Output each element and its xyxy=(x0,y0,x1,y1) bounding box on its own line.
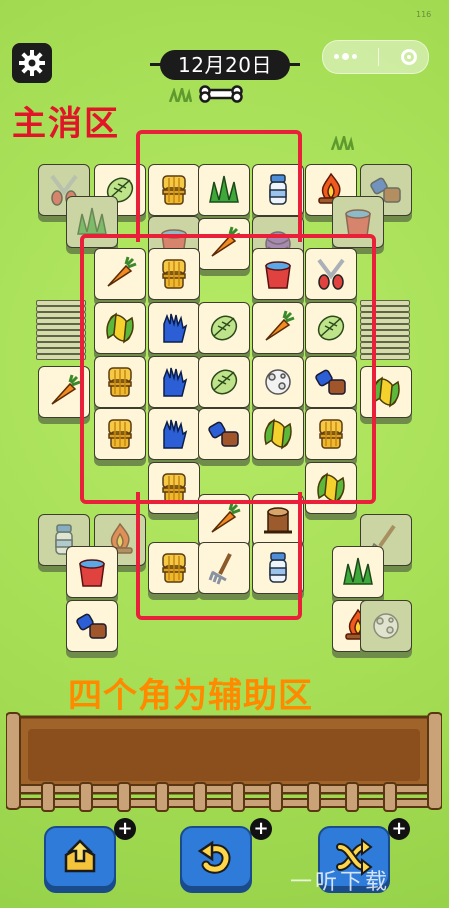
settings-button[interactable] xyxy=(12,43,52,83)
date-label: 12月20日 xyxy=(160,50,290,80)
cotton-icon xyxy=(373,613,399,639)
move-out-button[interactable] xyxy=(44,826,116,888)
bone-icon xyxy=(199,85,243,103)
tile-face xyxy=(66,600,118,652)
shuffle-add-badge[interactable]: + xyxy=(388,818,410,840)
date-dash-right xyxy=(288,63,300,66)
stacked-tile-edge xyxy=(36,354,86,360)
tile-face xyxy=(360,600,412,652)
brush-icon xyxy=(76,613,107,639)
close-icon[interactable] xyxy=(401,49,418,65)
grass-decor-icon xyxy=(168,88,192,102)
tile-grass[interactable] xyxy=(332,546,384,604)
tile-up-arrow-icon xyxy=(64,839,96,873)
watermark: 一听下载 xyxy=(290,870,391,895)
tile-cotton xyxy=(360,600,412,658)
tile-bucket[interactable] xyxy=(66,546,118,604)
gear-icon xyxy=(19,50,45,76)
grass-icon xyxy=(343,557,373,585)
undo-button[interactable] xyxy=(180,826,252,888)
date-banner: 12月20日 xyxy=(150,50,300,80)
undo-add-badge[interactable]: + xyxy=(250,818,272,840)
main-zone-outline-top xyxy=(136,130,302,242)
tile-brush[interactable] xyxy=(66,600,118,658)
main-zone-outline-middle xyxy=(80,234,376,504)
miniprogram-capsule xyxy=(322,40,429,74)
move-out-add-badge[interactable]: + xyxy=(114,818,136,840)
tile-face xyxy=(66,546,118,598)
main-zone-annotation: 主消区 xyxy=(12,104,120,144)
undo-arrow-icon xyxy=(197,840,231,874)
grass-decor-icon xyxy=(330,136,354,150)
tile-slot-tray xyxy=(6,712,442,812)
bucket-icon xyxy=(79,559,105,587)
tile-face xyxy=(332,546,384,598)
left-tile-stack xyxy=(36,300,86,362)
main-zone-outline-bottom xyxy=(136,492,302,620)
carrot-icon xyxy=(51,374,81,405)
more-icon[interactable] xyxy=(333,53,357,60)
fps-counter: 116 xyxy=(416,10,432,19)
